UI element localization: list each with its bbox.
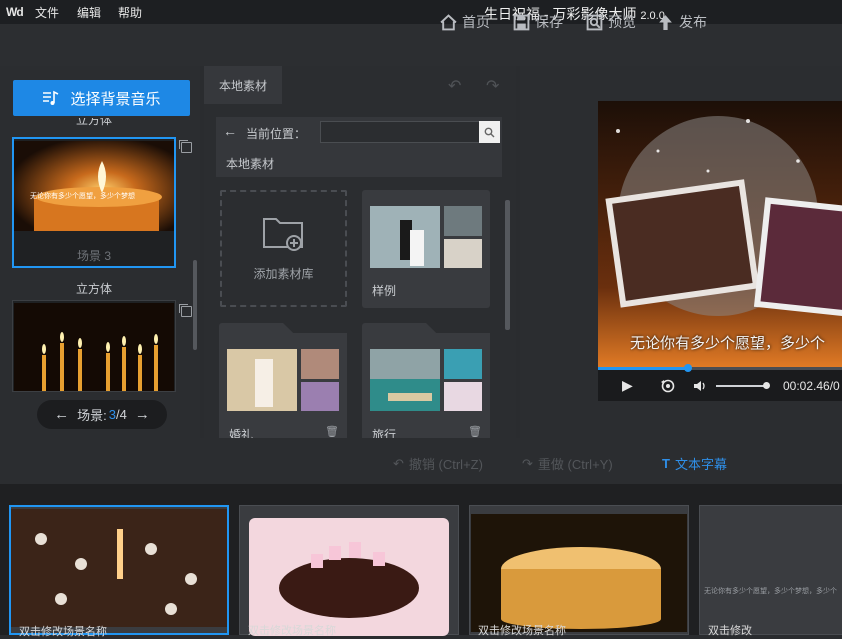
preview-icon xyxy=(586,14,603,30)
time-display: 00:02.46/0 xyxy=(783,379,840,393)
text-subtitle-button[interactable]: T 文本字幕 xyxy=(662,454,727,473)
copy-scene-icon[interactable] xyxy=(179,140,192,153)
scene-3-overlay-text: 无论你有多少个愿望，多少个梦想 xyxy=(30,193,135,200)
menu-file[interactable]: 文件 xyxy=(35,4,59,21)
clip-4-text: 无论你有多少个愿望，多少个梦想，多少个 xyxy=(704,588,837,595)
save-button[interactable]: 保存 xyxy=(513,12,563,32)
add-library-button[interactable]: 添加素材库 xyxy=(220,190,347,307)
volume-handle[interactable] xyxy=(763,382,770,389)
home-button[interactable]: 首页 xyxy=(440,12,490,32)
upload-icon xyxy=(659,14,672,30)
trash-icon[interactable]: 🗑 xyxy=(325,425,339,438)
redo-button[interactable]: ↷ 重做 (Ctrl+Y) xyxy=(522,454,613,473)
scene-nav-current: 3 xyxy=(108,407,116,422)
timeline-clip-4[interactable]: 无论你有多少个愿望，多少个梦想，多少个 双击修改 xyxy=(699,505,842,637)
replay-icon[interactable] xyxy=(660,378,676,394)
redo-icon: ↷ xyxy=(522,455,533,471)
home-label: 首页 xyxy=(462,14,490,30)
add-library-label: 添加素材库 xyxy=(253,267,314,281)
search-icon xyxy=(484,127,495,137)
undo-button[interactable]: ↶ 撤销 (Ctrl+Z) xyxy=(393,454,483,473)
window-title: 生日祝福 - 万彩影像大师 2.0.0 xyxy=(484,4,665,24)
save-icon xyxy=(513,14,530,30)
path-input[interactable] xyxy=(320,121,500,143)
progress-handle[interactable] xyxy=(684,364,692,372)
clip-3-label: 双击修改场景名称 xyxy=(478,625,566,637)
scene-4-thumbnail xyxy=(14,303,174,391)
scene-above-title: 立方体 xyxy=(75,118,112,127)
text-subtitle-label: 文本字幕 xyxy=(674,457,727,472)
scene-3-thumbnail xyxy=(14,141,174,231)
scene-navigator: ← 场景: 3/4 → xyxy=(37,400,167,429)
scene-card-4[interactable] xyxy=(12,300,176,392)
clip-2-thumbnail xyxy=(249,518,449,636)
menu-help[interactable]: 帮助 xyxy=(118,4,142,21)
publish-label: 发布 xyxy=(679,14,707,30)
path-label: 当前位置： xyxy=(246,127,307,141)
timeline-clip-2[interactable]: 双击修改场景名称 xyxy=(239,505,459,637)
menu-edit[interactable]: 编辑 xyxy=(77,4,101,21)
preview-label: 预览 xyxy=(608,14,636,30)
clip-1-thumbnail xyxy=(11,509,227,627)
preview-button[interactable]: 预览 xyxy=(586,12,636,32)
trash-icon[interactable]: 🗑 xyxy=(468,425,482,438)
publish-button[interactable]: 发布 xyxy=(657,12,707,32)
timeline-clip-3[interactable]: 双击修改场景名称 xyxy=(469,505,689,637)
play-icon[interactable]: ▶ xyxy=(622,377,633,394)
folder-wedding-thumbnails xyxy=(227,349,339,411)
clip-2-label: 双击修改场景名称 xyxy=(248,625,336,637)
toolbar xyxy=(0,24,842,66)
progress-fill xyxy=(598,367,688,370)
volume-slider[interactable] xyxy=(716,385,766,387)
scene-4-title: 立方体 xyxy=(75,282,112,296)
clip-3-thumbnail xyxy=(471,514,687,632)
save-label: 保存 xyxy=(535,14,563,30)
clip-4-label: 双击修改 xyxy=(708,625,752,637)
undo-label: 撤销 (Ctrl+Z) xyxy=(408,457,483,472)
add-folder-icon xyxy=(262,218,303,251)
folder-sample[interactable]: 样例 xyxy=(362,190,490,308)
copy-scene-icon[interactable] xyxy=(179,304,192,317)
tab-local-material[interactable]: 本地素材 xyxy=(204,66,282,104)
scene-nav-total: /4 xyxy=(116,407,127,422)
folder-travel-thumbnails xyxy=(370,349,482,411)
scene-3-caption: 场景 3 xyxy=(76,249,111,263)
home-icon xyxy=(440,13,457,30)
text-icon: T xyxy=(662,456,670,471)
redo-arrow-icon[interactable]: ↷ xyxy=(486,76,499,96)
app-logo: Wd xyxy=(6,5,24,19)
undo-icon: ↶ xyxy=(393,455,404,471)
prev-scene-icon[interactable]: ← xyxy=(54,406,69,423)
preview-subtitle: 无论你有多少个愿望，多少个 xyxy=(630,335,826,352)
volume-icon[interactable] xyxy=(693,379,707,393)
search-button[interactable] xyxy=(479,121,500,143)
undo-arrow-icon[interactable]: ↶ xyxy=(448,76,461,96)
redo-label: 重做 (Ctrl+Y) xyxy=(537,457,613,472)
music-icon xyxy=(43,90,59,105)
scene-card-3[interactable]: 无论你有多少个愿望，多少个梦想 场景 3 xyxy=(12,137,176,268)
video-preview xyxy=(598,101,842,401)
next-scene-icon[interactable]: → xyxy=(135,406,150,423)
scene-scrollbar[interactable] xyxy=(193,260,197,350)
back-arrow-icon[interactable]: ← xyxy=(223,123,237,139)
folder-sample-label: 样例 xyxy=(372,284,397,298)
timeline-clip-1[interactable]: 双击修改场景名称 xyxy=(9,505,229,638)
select-music-label: 选择背景音乐 xyxy=(70,90,161,108)
select-music-button[interactable]: 选择背景音乐 xyxy=(13,80,190,116)
breadcrumb: 本地素材 xyxy=(226,157,275,171)
preview-frame xyxy=(598,101,842,367)
material-scrollbar[interactable] xyxy=(505,200,510,330)
clip-1-label: 双击修改场景名称 xyxy=(19,626,107,638)
folder-sample-thumbnails xyxy=(370,206,482,268)
scene-nav-label: 场景: xyxy=(77,408,107,423)
